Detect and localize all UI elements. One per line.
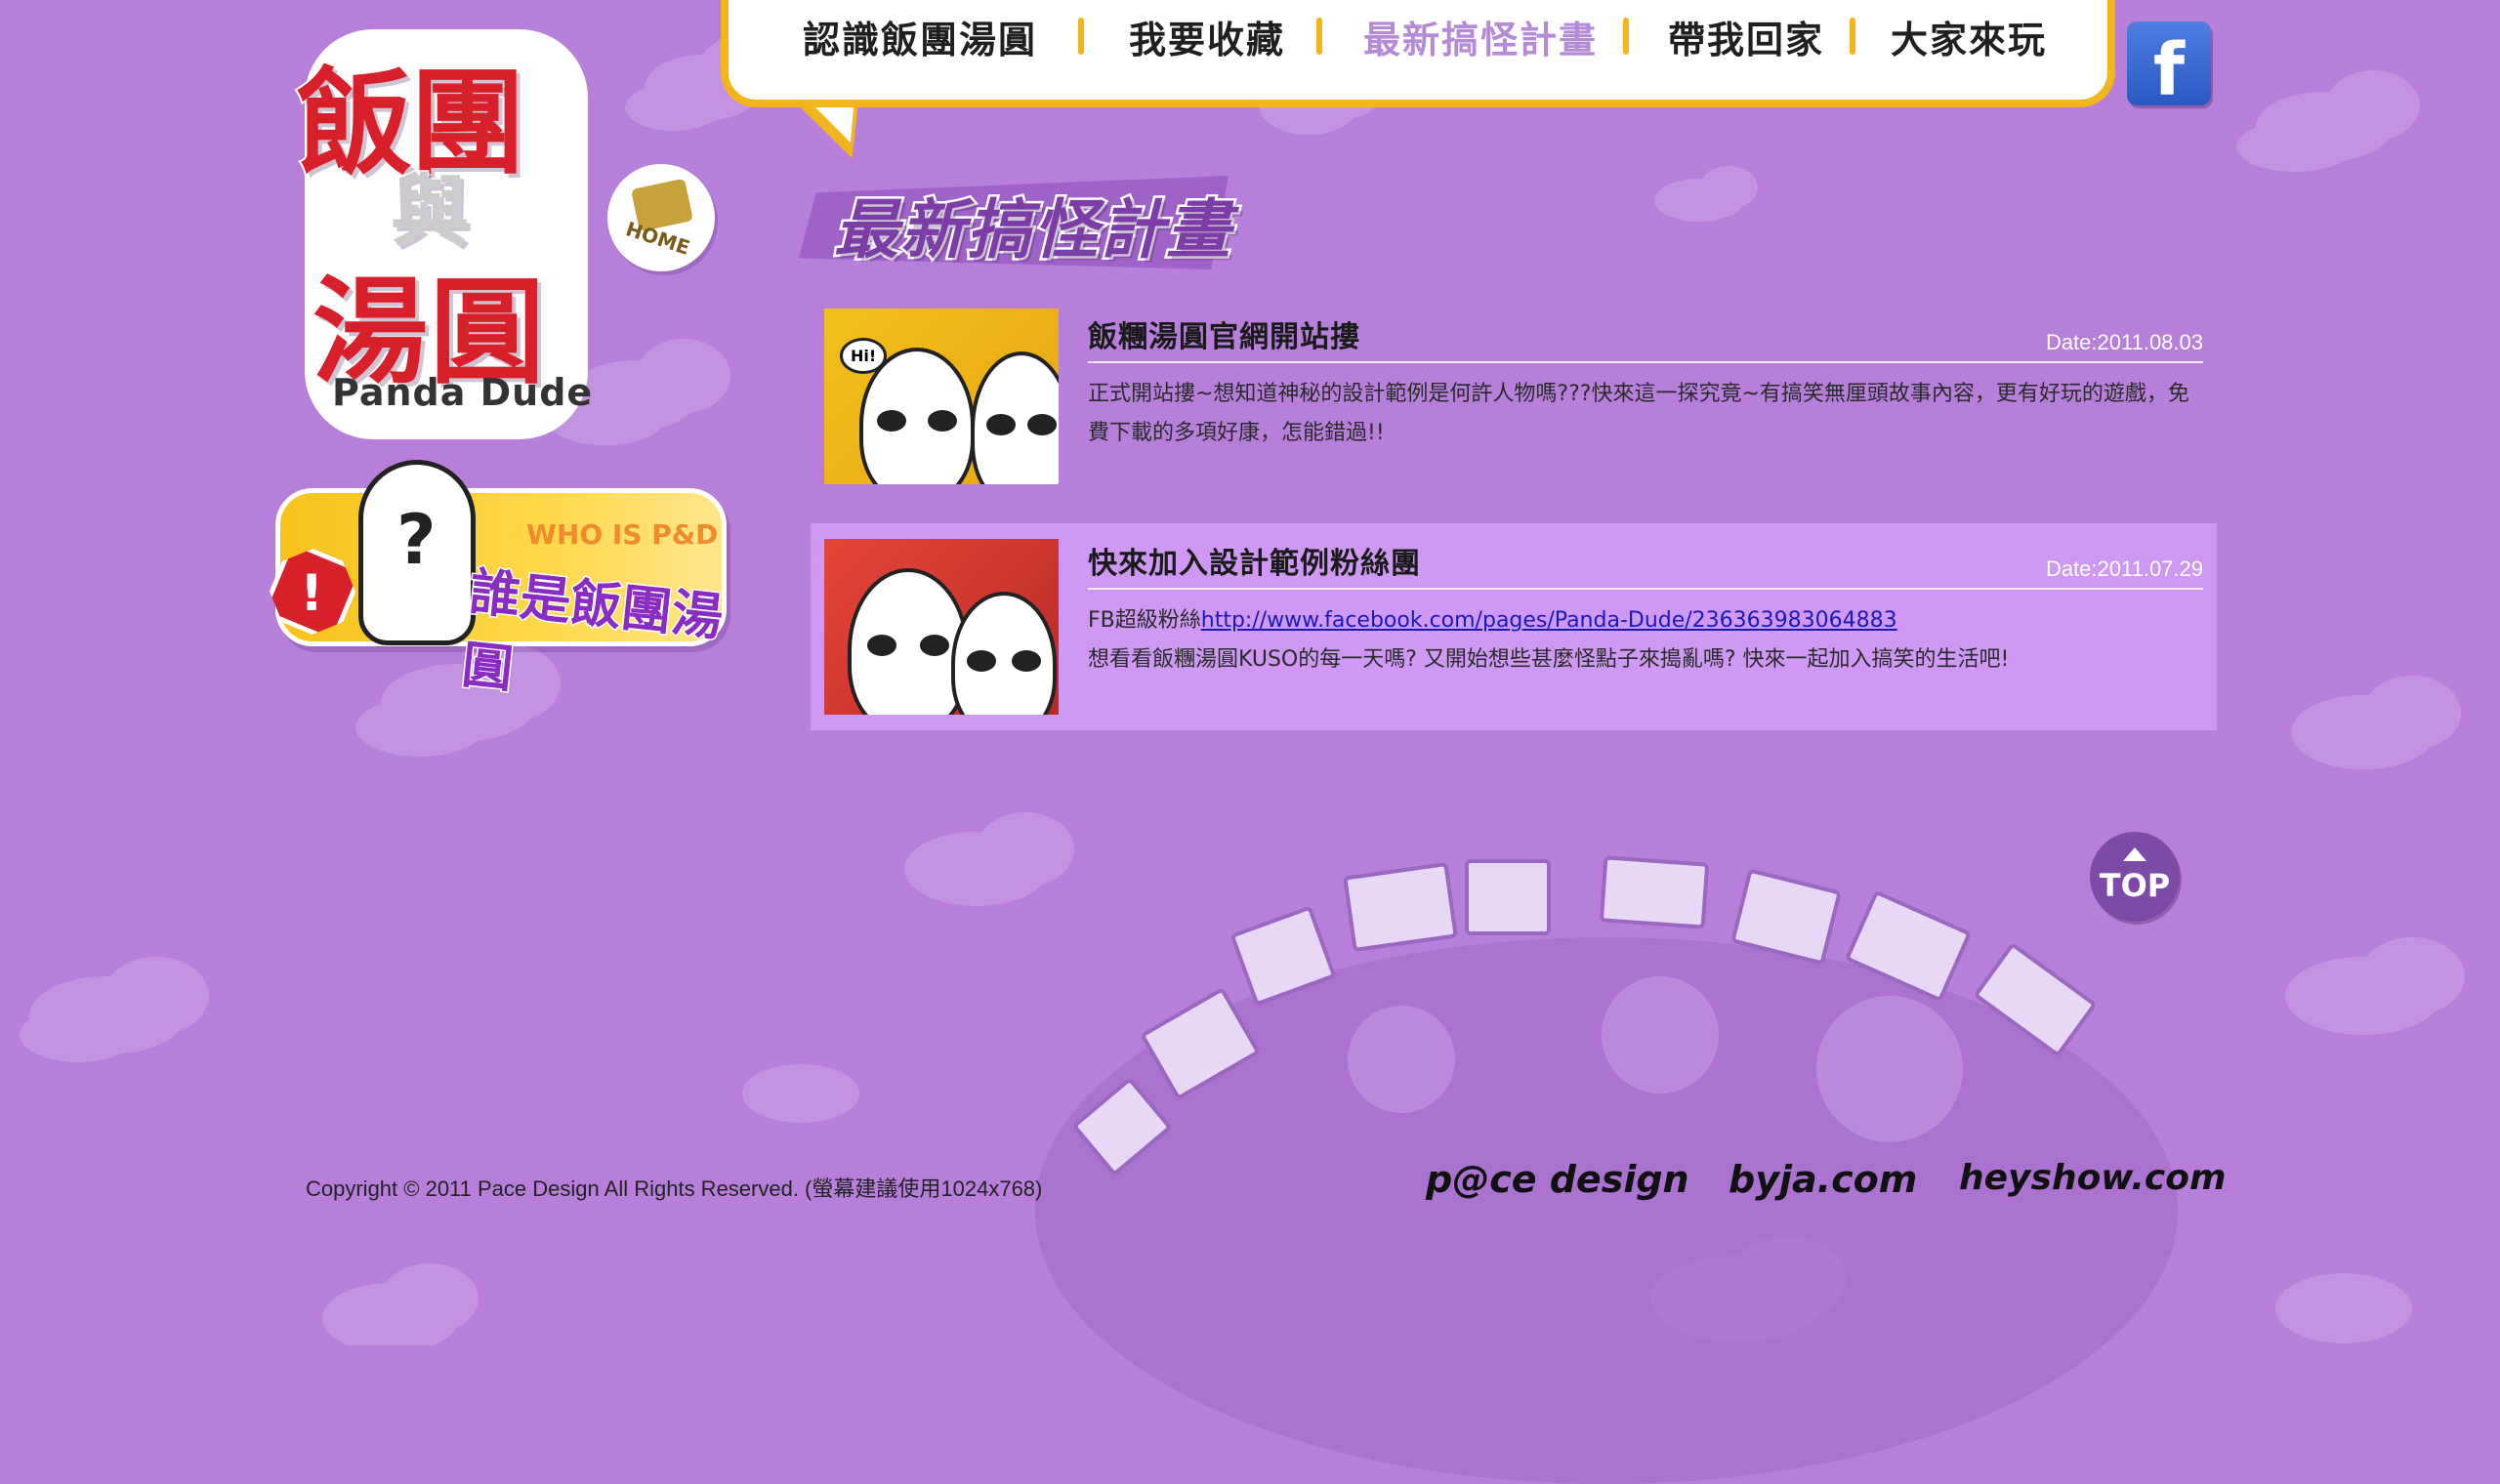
nav-item-play[interactable]: 大家來玩 (1891, 10, 2047, 63)
copyright-text: Copyright © 2011 Pace Design All Rights … (306, 1176, 1043, 1201)
news-item[interactable]: 快來加入設計範例粉絲團 Date:2011.07.29 FB超級粉絲http:/… (811, 523, 2217, 730)
brand-heyshow[interactable]: heyshow.com (1959, 1158, 2227, 1198)
flower-decoration (1348, 1006, 1455, 1113)
arrow-up-icon (2123, 847, 2146, 861)
nav-item-about[interactable]: 認識飯團湯圓 (803, 10, 1037, 63)
main-nav: 認識飯團湯圓 我要收藏 最新搞怪計畫 帶我回家 大家來玩 (721, 0, 2115, 107)
news-divider (1088, 588, 2203, 590)
panda-figure (951, 592, 1057, 715)
village-house (1599, 855, 1710, 929)
site-logo[interactable]: 飯 團 與 湯 圓 Panda Dude (293, 10, 605, 439)
nav-separator (1316, 18, 1322, 55)
nav-separator (1078, 18, 1084, 55)
brand-pace-design[interactable]: p@ce design (1426, 1158, 1689, 1201)
flower-decoration (1816, 996, 1963, 1142)
news-body: FB超級粉絲http://www.facebook.com/pages/Pand… (1088, 601, 2207, 680)
logo-subtitle: Panda Dude (332, 371, 594, 414)
nav-item-latest[interactable]: 最新搞怪計畫 (1363, 10, 1598, 63)
news-date: Date:2011.07.29 (2045, 556, 2203, 581)
nav-item-collect[interactable]: 我要收藏 (1129, 10, 1285, 63)
news-body-prefix: FB超級粉絲 (1088, 608, 1201, 633)
home-button[interactable]: HOME (607, 164, 715, 271)
news-thumbnail[interactable]: Hi! (824, 309, 1059, 484)
nav-item-take-home[interactable]: 帶我回家 (1668, 10, 1824, 63)
news-title[interactable]: 快來加入設計範例粉絲團 (1088, 539, 1421, 582)
who-is-banner[interactable]: ! ? WHO IS P&D 誰是飯團湯圓 (275, 460, 727, 701)
news-thumbnail[interactable] (824, 539, 1059, 715)
back-to-top-button[interactable]: TOP (2090, 832, 2180, 922)
facebook-fanpage-link[interactable]: http://www.facebook.com/pages/Panda-Dude… (1201, 608, 1897, 633)
brand-byja[interactable]: byja.com (1729, 1158, 1917, 1201)
panda-figure (971, 351, 1059, 484)
news-divider (1088, 361, 2203, 363)
news-date: Date:2011.08.03 (2045, 330, 2203, 354)
village-house (1465, 859, 1551, 935)
news-body-text: 想看看飯糰湯圓KUSO的每一天嗎? 又開始想些甚麼怪點子來搗亂嗎? 快來一起加入… (1088, 647, 2010, 672)
who-banner-chinese: 誰是飯團湯圓 (458, 561, 728, 701)
thumb-speech-bubble: Hi! (840, 338, 888, 374)
nav-separator (1623, 18, 1629, 55)
news-title[interactable]: 飯糰湯圓官網開站摟 (1088, 312, 1360, 355)
village-house (1343, 861, 1458, 953)
question-bear-icon: ? (358, 460, 476, 645)
facebook-icon[interactable]: f (2127, 21, 2211, 105)
news-item[interactable]: Hi! 飯糰湯圓官網開站摟 Date:2011.08.03 正式開站摟~想知道神… (811, 297, 2217, 502)
flower-decoration (1602, 976, 1719, 1093)
top-label: TOP (2099, 867, 2171, 904)
news-body: 正式開站摟~想知道神秘的設計範例是何許人物嗎???快來這一探究竟~有搞笑無厘頭故… (1088, 382, 2189, 445)
who-banner-english: WHO IS P&D (526, 518, 719, 551)
panda-figure (848, 568, 969, 715)
section-title: 最新搞怪計畫 (832, 190, 1233, 270)
nav-separator (1850, 18, 1855, 55)
